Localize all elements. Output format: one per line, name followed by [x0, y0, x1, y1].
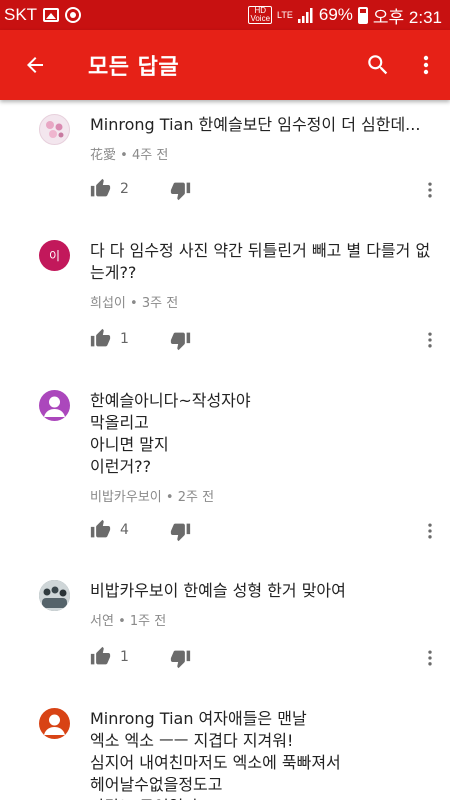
- comment-age: 3주 전: [141, 296, 179, 311]
- like-button[interactable]: 4: [90, 519, 129, 540]
- record-notification-icon: [65, 7, 82, 23]
- status-bar: SKT HD Voice LTE 69% 오후 2:31: [0, 0, 450, 30]
- thumbs-down-icon: [170, 182, 191, 201]
- comment-text: Minrong Tian 한예슬보단 임수정이 더 심한데...: [90, 115, 421, 134]
- battery-icon: [357, 6, 368, 24]
- like-count: 1: [120, 648, 129, 665]
- network-type-label: LTE: [277, 9, 293, 20]
- avatar[interactable]: [39, 114, 70, 145]
- comment-age: 2주 전: [177, 490, 215, 505]
- more-vert-icon: [428, 650, 432, 666]
- avatar[interactable]: [39, 580, 70, 611]
- meta-separator: •: [120, 148, 128, 163]
- dislike-button[interactable]: [170, 521, 191, 546]
- comment-meta: 서연 • 1주 전: [90, 610, 440, 629]
- comment-text: 다 다 임수정 사진 약간 뒤틀린거 빼고 별 다를거 없는게??: [90, 241, 431, 282]
- hd-voice-badge: HD Voice: [248, 6, 273, 24]
- dislike-button[interactable]: [170, 648, 191, 673]
- comment-author: 희섭이: [90, 296, 126, 311]
- more-vert-icon: [428, 332, 432, 348]
- thumbs-down-icon: [170, 332, 191, 351]
- back-arrow-icon: [27, 57, 43, 73]
- like-button[interactable]: 1: [90, 328, 129, 349]
- thumbs-up-icon: [90, 646, 111, 665]
- signal-icon: [297, 8, 313, 23]
- default-person-icon: [44, 714, 65, 735]
- page-title: 모든 답글: [88, 55, 180, 80]
- default-person-icon: [44, 396, 65, 417]
- search-icon: [368, 55, 388, 75]
- dislike-button[interactable]: [170, 330, 191, 355]
- comment-meta: 花愛 • 4주 전: [90, 144, 440, 163]
- clock: 오후 2:31: [372, 7, 442, 27]
- avatar[interactable]: 이: [39, 240, 70, 271]
- more-vert-icon: [428, 182, 432, 198]
- comment-menu-button[interactable]: [418, 519, 442, 543]
- flower-avatar-icon: [46, 121, 64, 138]
- image-notification-icon: [43, 8, 60, 22]
- like-button[interactable]: 1: [90, 646, 129, 667]
- dislike-button[interactable]: [170, 180, 191, 205]
- avatar-letter: 이: [48, 249, 61, 263]
- comment-menu-button[interactable]: [418, 178, 442, 202]
- meta-separator: •: [118, 614, 126, 629]
- more-vert-icon: [428, 523, 432, 539]
- carrier-label: SKT: [4, 5, 38, 24]
- thumbs-up-icon: [90, 328, 111, 347]
- avatar[interactable]: [39, 708, 70, 739]
- comment-author: 비밥카우보이: [90, 490, 162, 505]
- like-count: 4: [120, 521, 129, 538]
- meta-separator: •: [130, 296, 138, 311]
- meta-separator: •: [165, 490, 174, 505]
- group-photo-avatar-icon: [39, 580, 70, 611]
- thumbs-up-icon: [90, 178, 111, 197]
- app-bar: 모든 답글: [0, 30, 450, 100]
- search-button[interactable]: [354, 30, 402, 100]
- more-vert-icon: [423, 55, 429, 75]
- overflow-menu-button[interactable]: [402, 30, 450, 100]
- comment-author: 花愛: [90, 148, 117, 163]
- battery-percent: 69%: [318, 5, 353, 24]
- comment-menu-button[interactable]: [418, 328, 442, 352]
- comment-author: 서연: [90, 614, 114, 629]
- comment-age: 4주 전: [131, 148, 169, 163]
- thumbs-down-icon: [170, 523, 191, 542]
- avatar[interactable]: [39, 390, 70, 421]
- like-button[interactable]: 2: [90, 178, 129, 199]
- back-button[interactable]: [0, 30, 70, 100]
- comment-text: 비밥카우보이 한예슬 성형 한거 맞아여: [90, 581, 346, 600]
- comment-text: Minrong Tian 여자애들은 맨날 엑소 엑소 ㅡㅡ 지겹다 지겨워! …: [90, 709, 341, 800]
- like-count: 2: [120, 180, 129, 197]
- thumbs-down-icon: [170, 650, 191, 669]
- like-count: 1: [120, 330, 129, 347]
- comment-menu-button[interactable]: [418, 646, 442, 670]
- comment-meta: 희섭이 • 3주 전: [90, 292, 440, 311]
- comment-text: 한예슬아니다~작성자야 막올리고 아니면 말지 이런거??: [90, 391, 251, 476]
- comment-meta: 비밥카우보이 • 2주 전: [90, 486, 440, 505]
- thumbs-up-icon: [90, 519, 111, 538]
- comment-list: Minrong Tian 한예슬보단 임수정이 더 심한데... 花愛 • 4주…: [0, 100, 450, 800]
- comment-age: 1주 전: [129, 614, 167, 629]
